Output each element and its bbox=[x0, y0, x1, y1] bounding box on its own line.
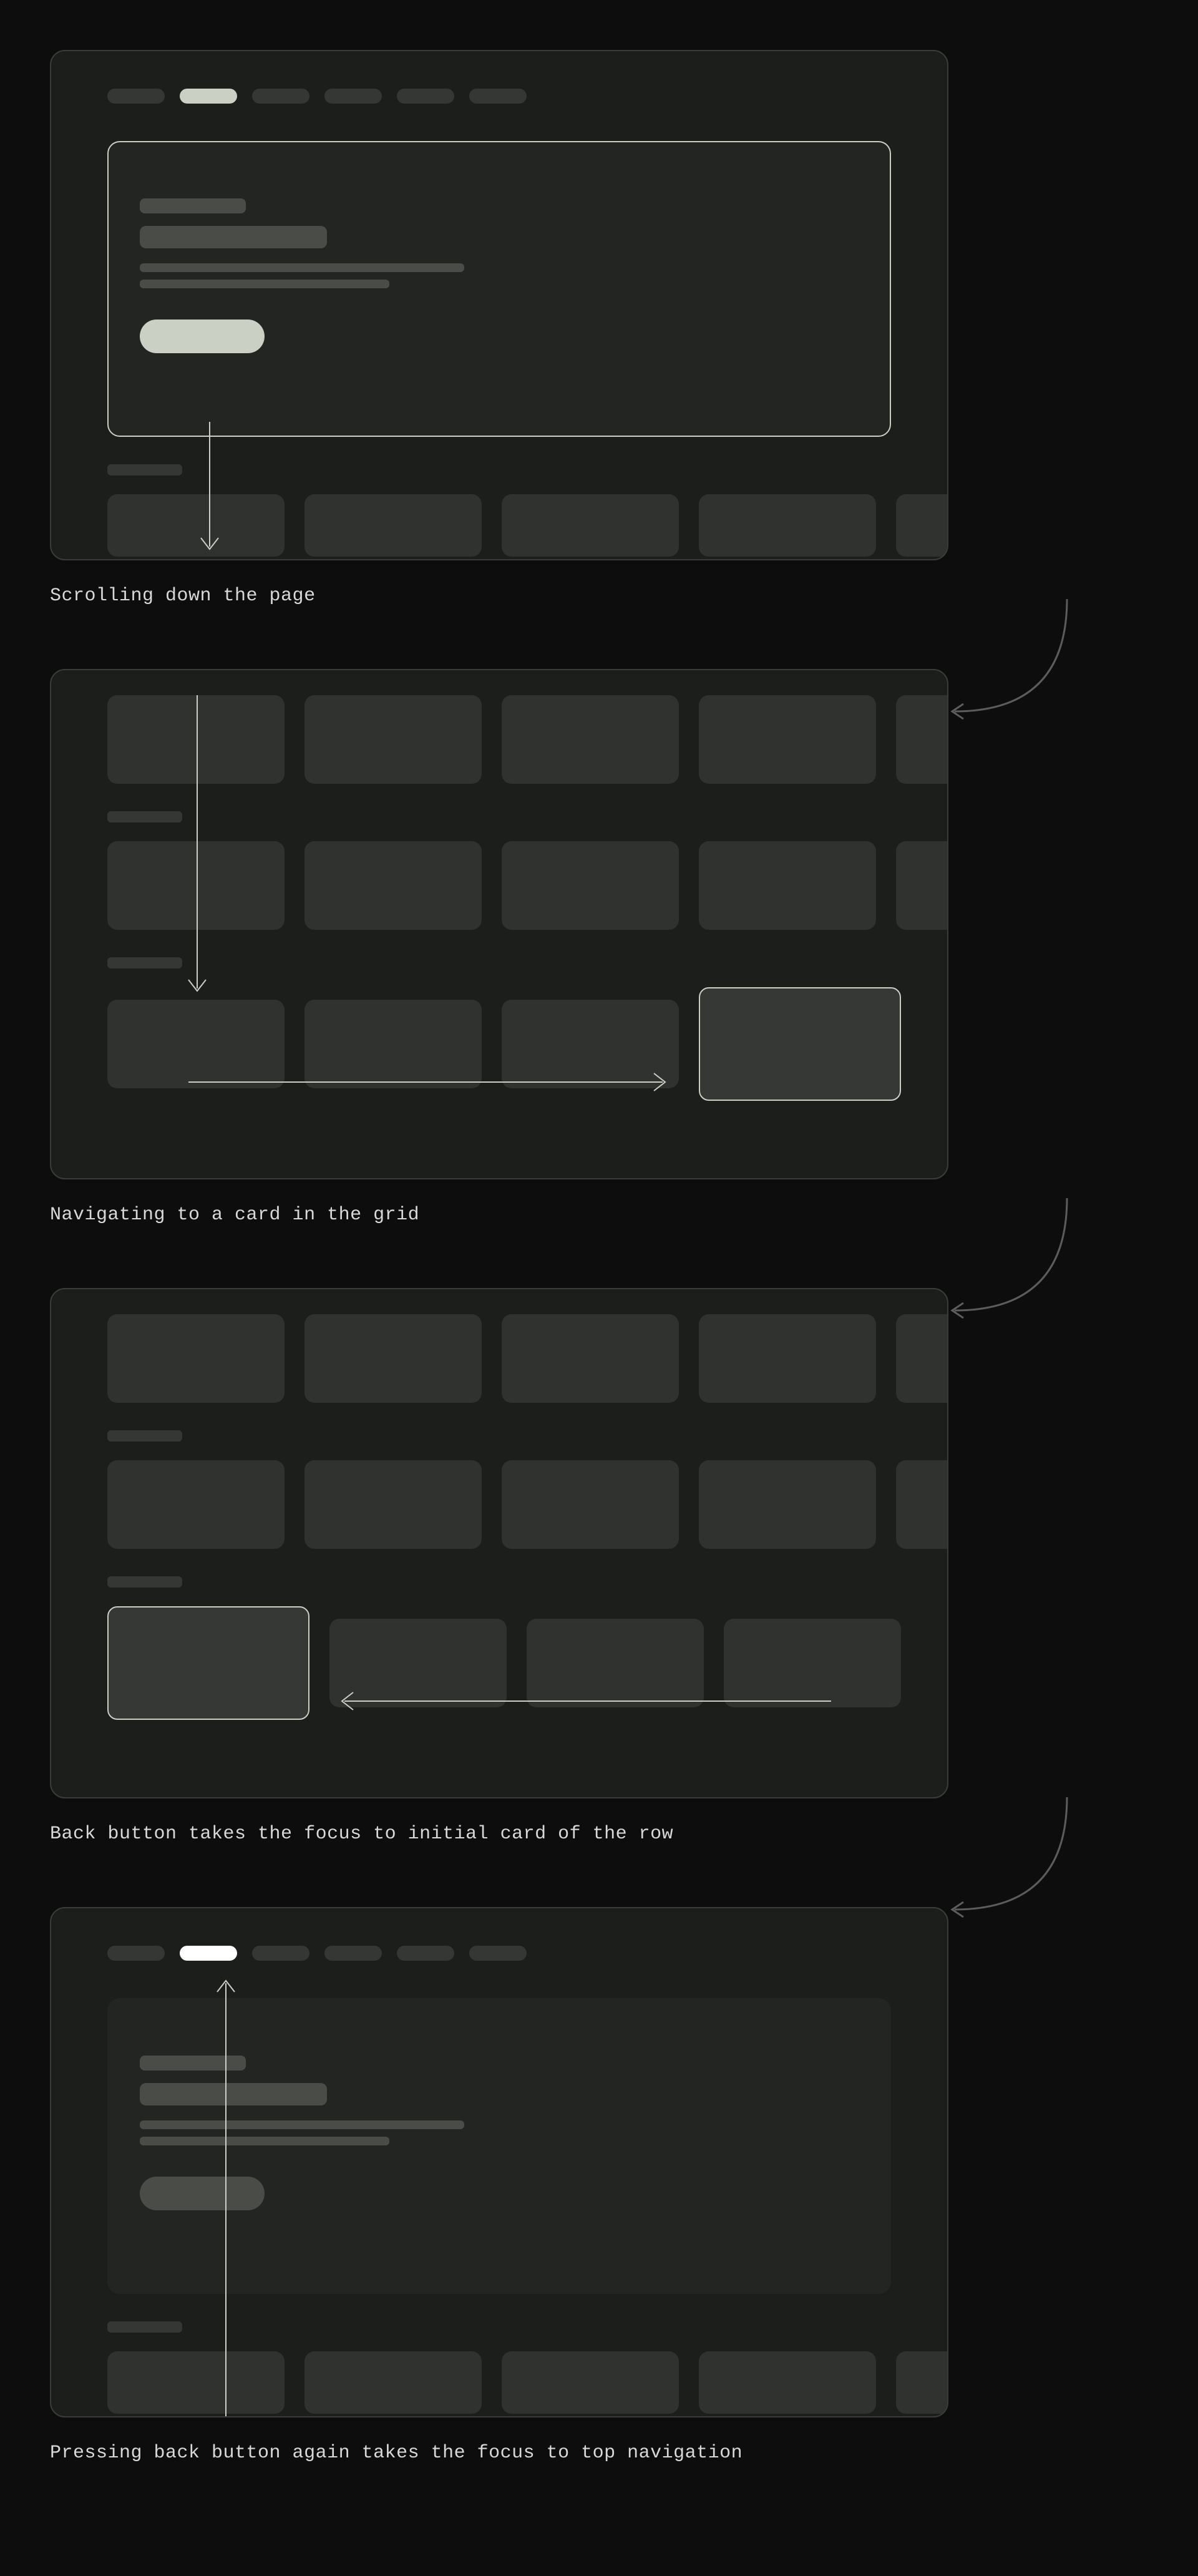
hero-title bbox=[140, 226, 327, 248]
content-row bbox=[51, 476, 947, 557]
hero-subtitle bbox=[140, 2056, 246, 2071]
tab[interactable] bbox=[252, 89, 309, 104]
content-card[interactable] bbox=[304, 695, 482, 784]
content-card[interactable] bbox=[896, 1460, 948, 1549]
diagram-container: ← Scrolling down the page bbox=[0, 0, 1198, 2576]
step-4: Pressing back button again takes the foc… bbox=[50, 1907, 1148, 2464]
tab-active[interactable] bbox=[180, 89, 237, 104]
step-2: ← Navigating to a card in the grid bbox=[50, 669, 1148, 1226]
top-tabs bbox=[51, 51, 947, 116]
tab[interactable] bbox=[324, 89, 382, 104]
content-card[interactable] bbox=[107, 1460, 285, 1549]
tv-screen-1 bbox=[50, 50, 948, 560]
tab[interactable] bbox=[397, 89, 454, 104]
content-row bbox=[51, 2333, 947, 2414]
content-card[interactable] bbox=[699, 494, 876, 557]
content-card[interactable] bbox=[699, 695, 876, 784]
content-card[interactable] bbox=[896, 2351, 948, 2414]
content-card[interactable] bbox=[107, 2351, 285, 2414]
content-card[interactable] bbox=[896, 494, 948, 557]
content-row bbox=[51, 1289, 947, 1403]
content-card-focused[interactable] bbox=[699, 987, 901, 1101]
content-card[interactable] bbox=[699, 1460, 876, 1549]
content-card[interactable] bbox=[699, 2351, 876, 2414]
content-card[interactable] bbox=[502, 1460, 679, 1549]
content-card[interactable] bbox=[502, 494, 679, 557]
row-label bbox=[107, 1576, 182, 1588]
content-row bbox=[51, 968, 947, 1101]
row-label bbox=[107, 464, 182, 476]
content-card[interactable] bbox=[107, 695, 285, 784]
tab[interactable] bbox=[469, 89, 527, 104]
content-card[interactable] bbox=[699, 841, 876, 930]
content-card[interactable] bbox=[107, 841, 285, 930]
tab[interactable] bbox=[397, 1946, 454, 1961]
content-card-focused[interactable] bbox=[107, 1606, 309, 1720]
content-card[interactable] bbox=[107, 1314, 285, 1403]
tab[interactable] bbox=[324, 1946, 382, 1961]
content-card[interactable] bbox=[107, 1000, 285, 1088]
step-1: ← Scrolling down the page bbox=[50, 50, 1148, 607]
tv-screen-4 bbox=[50, 1907, 948, 2417]
row-label bbox=[107, 1430, 182, 1442]
content-card[interactable] bbox=[304, 1460, 482, 1549]
content-card[interactable] bbox=[699, 1314, 876, 1403]
step-3: ← Back button takes the focus to initial… bbox=[50, 1288, 1148, 1845]
content-card[interactable] bbox=[896, 695, 948, 784]
hero-cta-button[interactable] bbox=[140, 2177, 265, 2210]
content-row bbox=[51, 1442, 947, 1549]
row-label bbox=[107, 957, 182, 968]
step-caption: Scrolling down the page bbox=[50, 585, 1148, 607]
content-card[interactable] bbox=[107, 494, 285, 557]
content-card[interactable] bbox=[502, 2351, 679, 2414]
hero-title bbox=[140, 2083, 327, 2105]
tv-screen-2 bbox=[50, 669, 948, 1179]
step-caption: Navigating to a card in the grid bbox=[50, 1204, 1148, 1226]
hero-card[interactable] bbox=[107, 1998, 891, 2294]
hero-cta-button[interactable] bbox=[140, 320, 265, 353]
hero-desc-line bbox=[140, 2120, 464, 2129]
content-card[interactable] bbox=[896, 841, 948, 930]
hero-card-focused[interactable] bbox=[107, 141, 891, 437]
content-card[interactable] bbox=[724, 1619, 901, 1707]
content-card[interactable] bbox=[304, 2351, 482, 2414]
content-row bbox=[51, 1588, 947, 1720]
content-card[interactable] bbox=[527, 1619, 704, 1707]
content-card[interactable] bbox=[502, 1000, 679, 1088]
tab[interactable] bbox=[107, 1946, 165, 1961]
content-card[interactable] bbox=[502, 1314, 679, 1403]
content-row bbox=[51, 822, 947, 930]
content-card[interactable] bbox=[304, 841, 482, 930]
row-label bbox=[107, 811, 182, 822]
tv-screen-3 bbox=[50, 1288, 948, 1798]
tab[interactable] bbox=[107, 89, 165, 104]
row-label bbox=[107, 2321, 182, 2333]
content-card[interactable] bbox=[896, 1314, 948, 1403]
content-card[interactable] bbox=[502, 695, 679, 784]
hero-desc-line bbox=[140, 2137, 389, 2145]
content-card[interactable] bbox=[304, 1000, 482, 1088]
tab[interactable] bbox=[469, 1946, 527, 1961]
content-card[interactable] bbox=[304, 494, 482, 557]
top-tabs bbox=[51, 1908, 947, 1973]
hero-desc-line bbox=[140, 263, 464, 272]
content-card[interactable] bbox=[304, 1314, 482, 1403]
hero-subtitle bbox=[140, 198, 246, 213]
step-caption: Back button takes the focus to initial c… bbox=[50, 1823, 1148, 1845]
content-row bbox=[51, 670, 947, 784]
hero-desc-line bbox=[140, 280, 389, 288]
tab-focused[interactable] bbox=[180, 1946, 237, 1961]
tab[interactable] bbox=[252, 1946, 309, 1961]
content-card[interactable] bbox=[502, 841, 679, 930]
step-caption: Pressing back button again takes the foc… bbox=[50, 2442, 1148, 2464]
content-card[interactable] bbox=[329, 1619, 507, 1707]
